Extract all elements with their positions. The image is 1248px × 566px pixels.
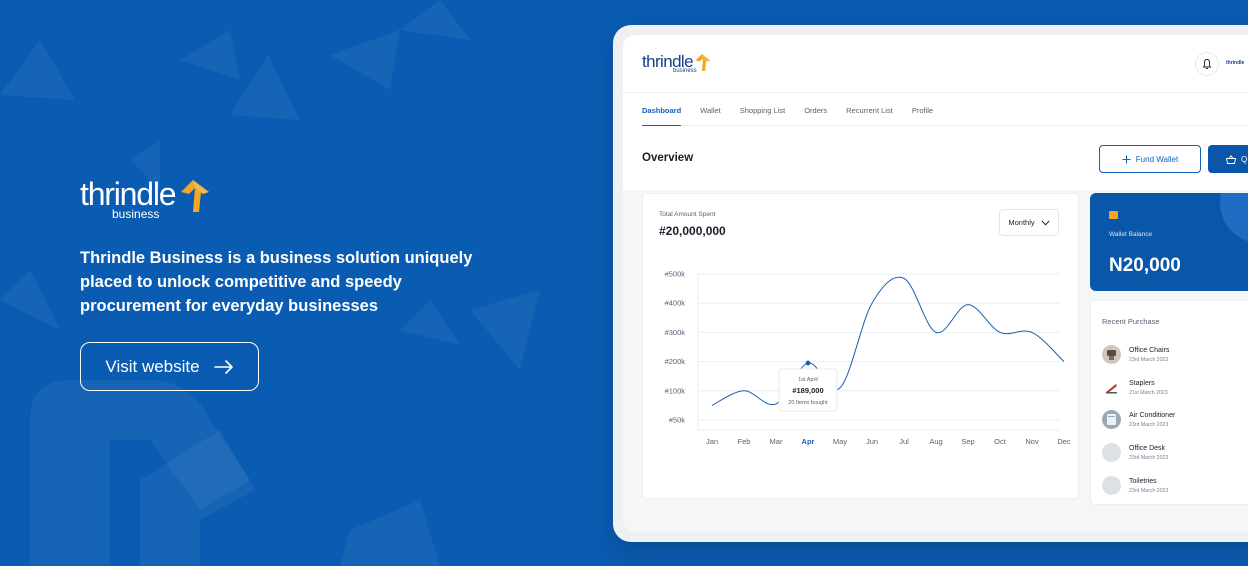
list-item[interactable]: Staplers 21st March 2023 <box>1102 378 1168 397</box>
main-tabs: Dashboard Wallet Shopping List Orders Re… <box>642 93 1248 126</box>
app-topbar: thrindle business thrindle <box>623 35 1248 93</box>
tab-recurrent-list[interactable]: Recurrent List <box>846 93 893 126</box>
bell-icon[interactable] <box>1195 52 1219 76</box>
quick-order-label: Q <box>1241 154 1248 164</box>
x-tick-label: Jul <box>899 437 909 446</box>
recent-purchase-card: Recent Purchase Office Chairs 23rd March… <box>1090 300 1248 505</box>
y-tick-label: #100k <box>665 386 686 395</box>
x-tick-label: Feb <box>738 437 751 446</box>
plus-icon <box>1122 155 1131 163</box>
tab-shopping-list[interactable]: Shopping List <box>740 93 785 126</box>
purchase-name: Air Conditioner <box>1129 411 1176 419</box>
x-tick-label: Mar <box>770 437 783 446</box>
visit-website-button[interactable]: Visit website <box>80 342 259 391</box>
app-brand-sub: business <box>673 68 697 74</box>
stapler-icon <box>1102 378 1121 397</box>
series-line <box>711 276 1065 406</box>
spending-line-chart: #500k #400k #300k #200k #100k #50k Jan Feb Mar Ap… <box>665 270 1071 447</box>
list-item[interactable]: Toiletries 23rd March 2023 <box>1102 476 1168 495</box>
tab-dashboard[interactable]: Dashboard <box>642 93 682 126</box>
x-tick-label: Dec <box>1057 437 1071 446</box>
list-item[interactable]: Office Chairs 23rd March 2023 <box>1102 345 1169 364</box>
x-tick-label: Jun <box>866 437 878 446</box>
x-tick-label: Oct <box>994 437 1007 446</box>
purchase-date: 23rd March 2023 <box>1129 454 1169 461</box>
purchase-date: 21st March 2023 <box>1129 389 1168 396</box>
visit-website-label: Visit website <box>105 356 200 376</box>
tab-orders[interactable]: Orders <box>804 93 827 126</box>
tooltip-date: 1st April <box>798 377 818 383</box>
list-item[interactable]: Office Desk 23rd March 2023 <box>1102 443 1168 462</box>
x-tick-label: Nov <box>1025 437 1039 446</box>
y-tick-label: #400k <box>665 299 686 308</box>
tab-wallet[interactable]: Wallet <box>700 93 721 126</box>
quick-order-button[interactable]: Q <box>1208 145 1248 173</box>
y-tick-label: #300k <box>665 328 686 337</box>
tooltip-detail: 20 Items bought <box>788 400 828 406</box>
y-tick-label: #50k <box>669 416 686 425</box>
x-tick-label: Jan <box>706 437 718 446</box>
purchase-date: 23rd March 2023 <box>1129 487 1169 494</box>
purchase-name: Office Chairs <box>1129 346 1170 354</box>
purchase-date: 23rd March 2023 <box>1129 356 1169 363</box>
desk-icon <box>1102 443 1121 462</box>
x-tick-label: May <box>833 437 847 446</box>
fund-wallet-button[interactable]: Fund Wallet <box>1099 145 1201 173</box>
app-logo[interactable]: thrindle business <box>642 53 712 74</box>
recent-purchase-title: Recent Purchase <box>1102 317 1160 326</box>
y-tick-label: #200k <box>665 357 686 366</box>
air-conditioner-icon <box>1102 410 1121 429</box>
wallet-decor-circle <box>1220 193 1248 243</box>
tab-profile[interactable]: Profile <box>912 93 933 126</box>
purchase-name: Office Desk <box>1129 444 1166 452</box>
thrindle-logo-icon <box>181 180 210 212</box>
chair-icon <box>1102 345 1121 364</box>
x-tick-label: Aug <box>929 437 942 446</box>
data-point-highlight <box>805 360 811 366</box>
purchase-name: Staplers <box>1129 379 1155 387</box>
spending-chart-card: Total Amount Spent #20,000,000 Monthly #… <box>642 193 1079 499</box>
arrow-right-icon <box>213 359 233 374</box>
hero-section: thrindle business Thrindle Business is a… <box>80 178 500 391</box>
dashboard-mockup: thrindle business thrindle Dashboard Wal… <box>613 25 1248 542</box>
y-tick-label: #500k <box>665 270 686 279</box>
wallet-label: Wallet Balance <box>1109 231 1153 238</box>
x-tick-label: Sep <box>961 437 974 446</box>
tooltip-amount: #189,000 <box>792 386 823 395</box>
wallet-icon <box>1109 211 1118 219</box>
toiletries-icon <box>1102 476 1121 495</box>
fund-wallet-label: Fund Wallet <box>1135 154 1179 164</box>
list-item[interactable]: Air Conditioner 23rd March 2023 <box>1102 410 1175 429</box>
hero-tagline: Thrindle Business is a business solution… <box>80 249 473 315</box>
dashboard-screen: thrindle business thrindle Dashboard Wal… <box>623 35 1248 532</box>
avatar[interactable]: thrindle <box>1226 60 1244 66</box>
page-title: Overview <box>642 152 694 164</box>
hero-logo: thrindle business <box>80 178 500 220</box>
wallet-balance-card[interactable]: Wallet Balance N20,000 <box>1090 193 1248 291</box>
purchase-date: 23rd March 2023 <box>1129 421 1169 428</box>
x-tick-label: Apr <box>802 437 815 446</box>
wallet-balance: N20,000 <box>1109 255 1181 276</box>
purchase-name: Toiletries <box>1129 477 1157 485</box>
basket-icon <box>1226 154 1236 164</box>
